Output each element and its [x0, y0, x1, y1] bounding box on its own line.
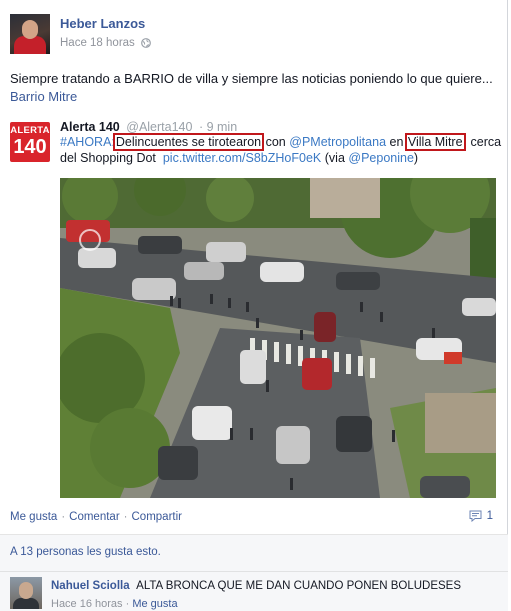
author-avatar[interactable] [10, 14, 50, 54]
post-actions: Me gusta · Comentar · Compartir [10, 511, 182, 523]
comment-timestamp[interactable]: Hace 16 horas [51, 598, 123, 610]
tweet-text-close: ) [413, 150, 419, 165]
tweet-pic-link[interactable]: pic.twitter.com/S8bZHoF0eK [163, 151, 321, 165]
tweet-author[interactable]: Alerta 140 [60, 120, 120, 134]
comment-icon [469, 510, 482, 523]
comment-meta-separator: · [125, 598, 130, 610]
comment-button[interactable]: Comentar [69, 511, 120, 523]
tweet-time[interactable]: · 9 min [199, 120, 237, 134]
likes-summary[interactable]: A 13 personas les gusta esto. [10, 546, 161, 558]
comment-count-value: 1 [486, 510, 493, 522]
tweet-header: Alerta 140 @Alerta140 · 9 min [60, 120, 237, 134]
highlight-box-1: Delincuentes se tirotearon [112, 133, 265, 151]
commenter-avatar[interactable] [10, 577, 42, 609]
tweet-hashtag[interactable]: #AHORA: [60, 135, 115, 149]
tweet-mention-1[interactable]: @PMetropolitana [289, 135, 386, 149]
post-link[interactable]: Barrio Mitre [10, 89, 77, 104]
tweet-avatar-line2: 140 [13, 136, 47, 158]
tweet-text-en: en [389, 135, 404, 149]
globe-icon[interactable] [140, 38, 151, 48]
tweet-mention-2[interactable]: @Peponine [348, 151, 414, 165]
comment-count[interactable]: 1 [469, 510, 493, 523]
share-button[interactable]: Compartir [132, 511, 182, 523]
tweet-photo[interactable] [60, 178, 496, 498]
comment-line: Nahuel Sciolla ALTA BRONCA QUE ME DAN CU… [51, 580, 461, 592]
tweet-avatar[interactable]: ALERTA 140 [10, 122, 50, 162]
action-separator: · [61, 511, 66, 523]
tweet-body: #AHORA:Delincuentes se tirotearon con @P… [60, 133, 502, 166]
tweet-text-con: con [265, 135, 286, 149]
highlight-box-2: Villa Mitre [404, 133, 466, 151]
author-name[interactable]: Heber Lanzos [60, 16, 145, 31]
action-separator: · [123, 511, 128, 523]
post-text: Siempre tratando a BARRIO de villa y sie… [10, 71, 493, 86]
post-meta: Hace 18 horas [60, 37, 151, 49]
facebook-post: Heber Lanzos Hace 18 horas Siempre trata… [0, 0, 508, 611]
commenter-name[interactable]: Nahuel Sciolla [51, 580, 130, 592]
tweet-text-via: (via [324, 150, 345, 165]
like-button[interactable]: Me gusta [10, 511, 57, 523]
tweet-handle[interactable]: @Alerta140 [126, 120, 192, 134]
comment-like-button[interactable]: Me gusta [132, 598, 177, 610]
comment-meta: Hace 16 horas · Me gusta [51, 598, 178, 610]
post-timestamp[interactable]: Hace 18 horas [60, 37, 135, 49]
comment-text: ALTA BRONCA QUE ME DAN CUANDO PONEN BOLU… [136, 580, 462, 592]
